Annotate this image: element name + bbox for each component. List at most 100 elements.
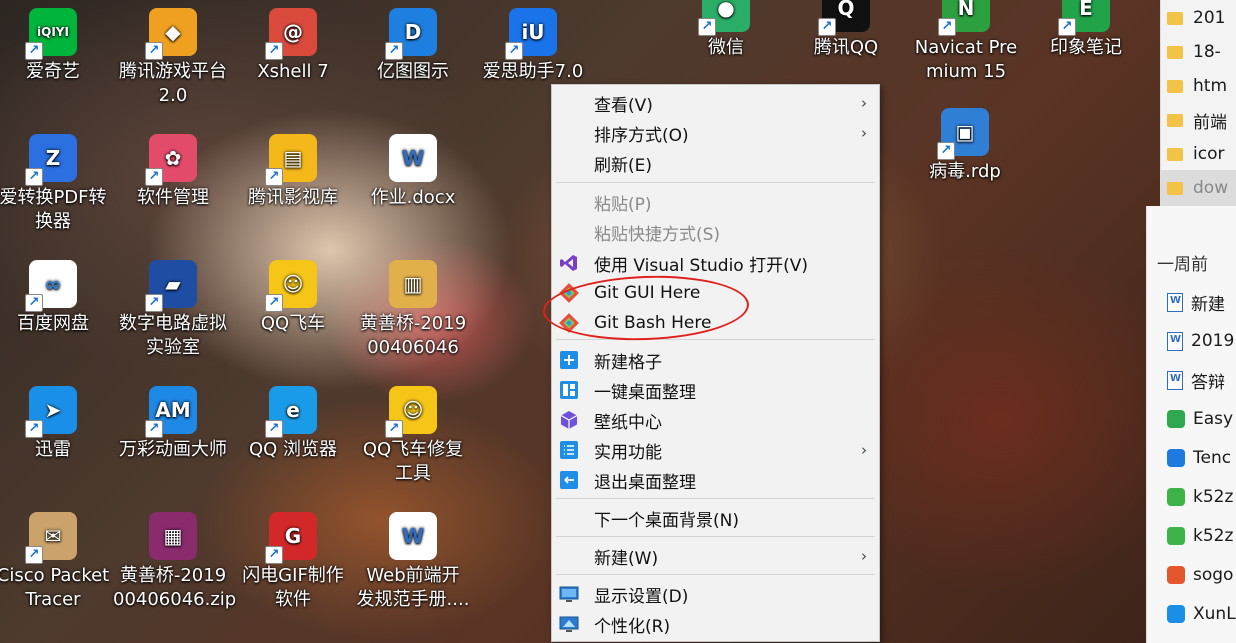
folder-item[interactable]: htm <box>1161 68 1236 104</box>
context-menu-item[interactable]: 新建(W) › <box>552 541 879 571</box>
iqiyi-icon: iQIYI ↗ <box>25 8 77 60</box>
desktop-icon-label: 爱转换PDF转 换器 <box>0 187 107 232</box>
folder-item-label: htm <box>1193 76 1227 96</box>
context-menu-item[interactable]: 排序方式(O) › <box>552 118 879 148</box>
desktop-icon-item[interactable]: iQIYI ↗ 爱奇艺 <box>0 8 113 84</box>
recent-file-label: XunL <box>1193 604 1236 624</box>
desktop-icon-item[interactable]: @ ↗ Xshell 7 <box>233 8 353 84</box>
context-menu-item-label: 使用 Visual Studio 打开(V) <box>594 255 809 276</box>
context-menu-item[interactable]: 新建格子 <box>552 345 879 375</box>
desktop-icon-item[interactable]: Q ↗ 腾讯QQ <box>786 0 906 60</box>
baidu-netdisk-icon: ∞ ↗ <box>25 260 77 312</box>
context-menu-item[interactable]: 退出桌面整理 <box>552 465 879 495</box>
context-menu-item-label: 一键桌面整理 <box>594 382 696 403</box>
recent-file-item[interactable]: sogo <box>1147 557 1236 593</box>
cisco-packet-tracer-icon: ✉ ↗ <box>25 512 77 564</box>
animation-master-icon: AM ↗ <box>145 386 197 438</box>
desktop-icon-item[interactable]: W Web前端开 发规范手册.... <box>353 512 473 612</box>
desktop-icon-item[interactable]: D ↗ 亿图图示 <box>353 8 473 84</box>
recent-file-item[interactable]: XunL <box>1147 596 1236 632</box>
personalize-icon <box>558 613 580 635</box>
shortcut-arrow-icon: ↗ <box>145 168 163 186</box>
desktop-icon-item[interactable]: N ↗ Navicat Pre mium 15 <box>906 0 1026 84</box>
desktop-icon-item[interactable]: ∞ ↗ 百度网盘 <box>0 260 113 336</box>
recent-file-item[interactable]: Tenc <box>1147 440 1236 476</box>
tencent-video-library-icon: ▤ ↗ <box>265 134 317 186</box>
folder-item[interactable]: dow <box>1161 170 1236 206</box>
desktop-icon-label: 病毒.rdp <box>929 161 1001 182</box>
folder-icon <box>1167 113 1183 127</box>
folder-item-label: 18- <box>1193 42 1221 62</box>
shortcut-arrow-icon: ↗ <box>145 294 163 312</box>
desktop-icon-item[interactable]: ✿ ↗ 软件管理 <box>113 134 233 210</box>
desktop-icon-label: 软件管理 <box>137 187 209 208</box>
desktop-icon-item[interactable]: e ↗ QQ 浏览器 <box>233 386 353 462</box>
shortcut-arrow-icon: ↗ <box>385 42 403 60</box>
desktop-icon-item[interactable]: ▣ ↗ 病毒.rdp <box>905 108 1025 184</box>
context-menu-item-label: 个性化(R) <box>594 616 671 637</box>
context-menu-item[interactable]: 查看(V) › <box>552 88 879 118</box>
context-menu-item-label: 退出桌面整理 <box>594 472 696 493</box>
recent-file-item[interactable]: 答辩 <box>1147 362 1236 398</box>
context-menu-item-label: 新建格子 <box>594 352 662 373</box>
context-menu-item[interactable]: 一键桌面整理 <box>552 375 879 405</box>
desktop-icon-item[interactable]: ✉ ↗ Cisco Packet Tracer <box>0 512 113 612</box>
desktop-icon-item[interactable]: ☺ ↗ QQ飞车修复 工具 <box>353 386 473 486</box>
text-file-icon <box>1167 370 1183 390</box>
folder-icon <box>1167 181 1183 195</box>
recent-file-item[interactable]: k52z <box>1147 518 1236 554</box>
folder-icon <box>1167 45 1183 59</box>
desktop-icon-item[interactable]: ▰ ↗ 数字电路虚拟 实验室 <box>113 260 233 360</box>
context-menu-item[interactable]: 实用功能 › <box>552 435 879 465</box>
desktop-icon-item[interactable]: iU ↗ 爱思助手7.0 <box>473 8 593 84</box>
desktop-icon-item[interactable]: ☺ ↗ QQ飞车 <box>233 260 353 336</box>
folder-item[interactable]: 前端 <box>1161 102 1236 138</box>
desktop-icon-item[interactable]: ▤ ↗ 腾讯影视库 <box>233 134 353 210</box>
recent-file-item[interactable]: 新建 <box>1147 284 1236 320</box>
shortcut-arrow-icon: ↗ <box>937 142 955 160</box>
folder-item[interactable]: 201 <box>1161 0 1236 36</box>
desktop-icon-label: 腾讯游戏平台 2.0 <box>119 61 227 106</box>
desktop-icon-label: 爱思助手7.0 <box>482 61 584 82</box>
recent-section-title: 一周前 <box>1157 254 1208 275</box>
context-menu-item[interactable]: 下一个桌面背景(N) <box>552 503 879 533</box>
desktop-icon-item[interactable]: AM ↗ 万彩动画大师 <box>113 386 233 462</box>
recent-file-item[interactable]: k52z <box>1147 479 1236 515</box>
folder-item[interactable]: 18- <box>1161 34 1236 70</box>
context-menu-item[interactable]: 显示设置(D) <box>552 579 879 609</box>
recent-file-label: k52z <box>1193 487 1234 507</box>
desktop-icon-item[interactable]: ▥ 黄善桥-2019 00406046 <box>353 260 473 360</box>
desktop-icon-item[interactable]: ▦ 黄善桥-2019 00406046.zip <box>113 512 236 612</box>
context-menu-item[interactable]: 个性化(R) <box>552 609 879 639</box>
recent-file-item[interactable]: Easy <box>1147 401 1236 437</box>
tencent-game-icon: ◆ ↗ <box>145 8 197 60</box>
qq-speed-icon: ☺ ↗ <box>265 260 317 312</box>
context-menu-item[interactable]: 刷新(E) <box>552 148 879 178</box>
desktop-icon-item[interactable]: ➤ ↗ 迅雷 <box>0 386 113 462</box>
context-menu-item[interactable]: 使用 Visual Studio 打开(V) <box>552 248 879 278</box>
pdf-converter-icon: Z ↗ <box>25 134 77 186</box>
word-document-icon <box>1167 331 1183 351</box>
folder-item[interactable]: icor <box>1161 136 1236 172</box>
desktop-icon-item[interactable]: E ↗ 印象笔记 <box>1026 0 1146 60</box>
shortcut-arrow-icon: ↗ <box>145 42 163 60</box>
context-menu-item-label: 新建(W) <box>594 548 659 569</box>
explorer-side-panel: 201 18- htm 前端 icor dow 一周前 新建 2019 答辩 Easy Tenc k… <box>1146 0 1236 643</box>
desktop-icon-item[interactable]: W 作业.docx <box>353 134 473 210</box>
i4-icon: iU ↗ <box>505 8 557 60</box>
shortcut-arrow-icon: ↗ <box>265 420 283 438</box>
recent-file-label: k52z <box>1193 526 1234 546</box>
menu-separator <box>556 498 875 499</box>
desktop-icon-label: Navicat Pre mium 15 <box>914 37 1018 82</box>
desktop-icon-item[interactable]: G ↗ 闪电GIF制作 软件 <box>233 512 353 612</box>
recent-file-item[interactable]: 2019 <box>1147 323 1236 359</box>
desktop-icon-item[interactable]: ● ↗ 微信 <box>666 0 786 60</box>
context-menu-item[interactable]: 壁纸中心 <box>552 405 879 435</box>
shortcut-arrow-icon: ↗ <box>25 546 43 564</box>
desktop-icon-label: 爱奇艺 <box>26 61 80 82</box>
shortcut-arrow-icon: ↗ <box>25 42 43 60</box>
desktop-icon-item[interactable]: ◆ ↗ 腾讯游戏平台 2.0 <box>113 8 233 108</box>
desktop-icon-item[interactable]: Z ↗ 爱转换PDF转 换器 <box>0 134 113 234</box>
recent-file-label: Tenc <box>1193 448 1232 468</box>
shortcut-arrow-icon: ↗ <box>698 18 716 36</box>
